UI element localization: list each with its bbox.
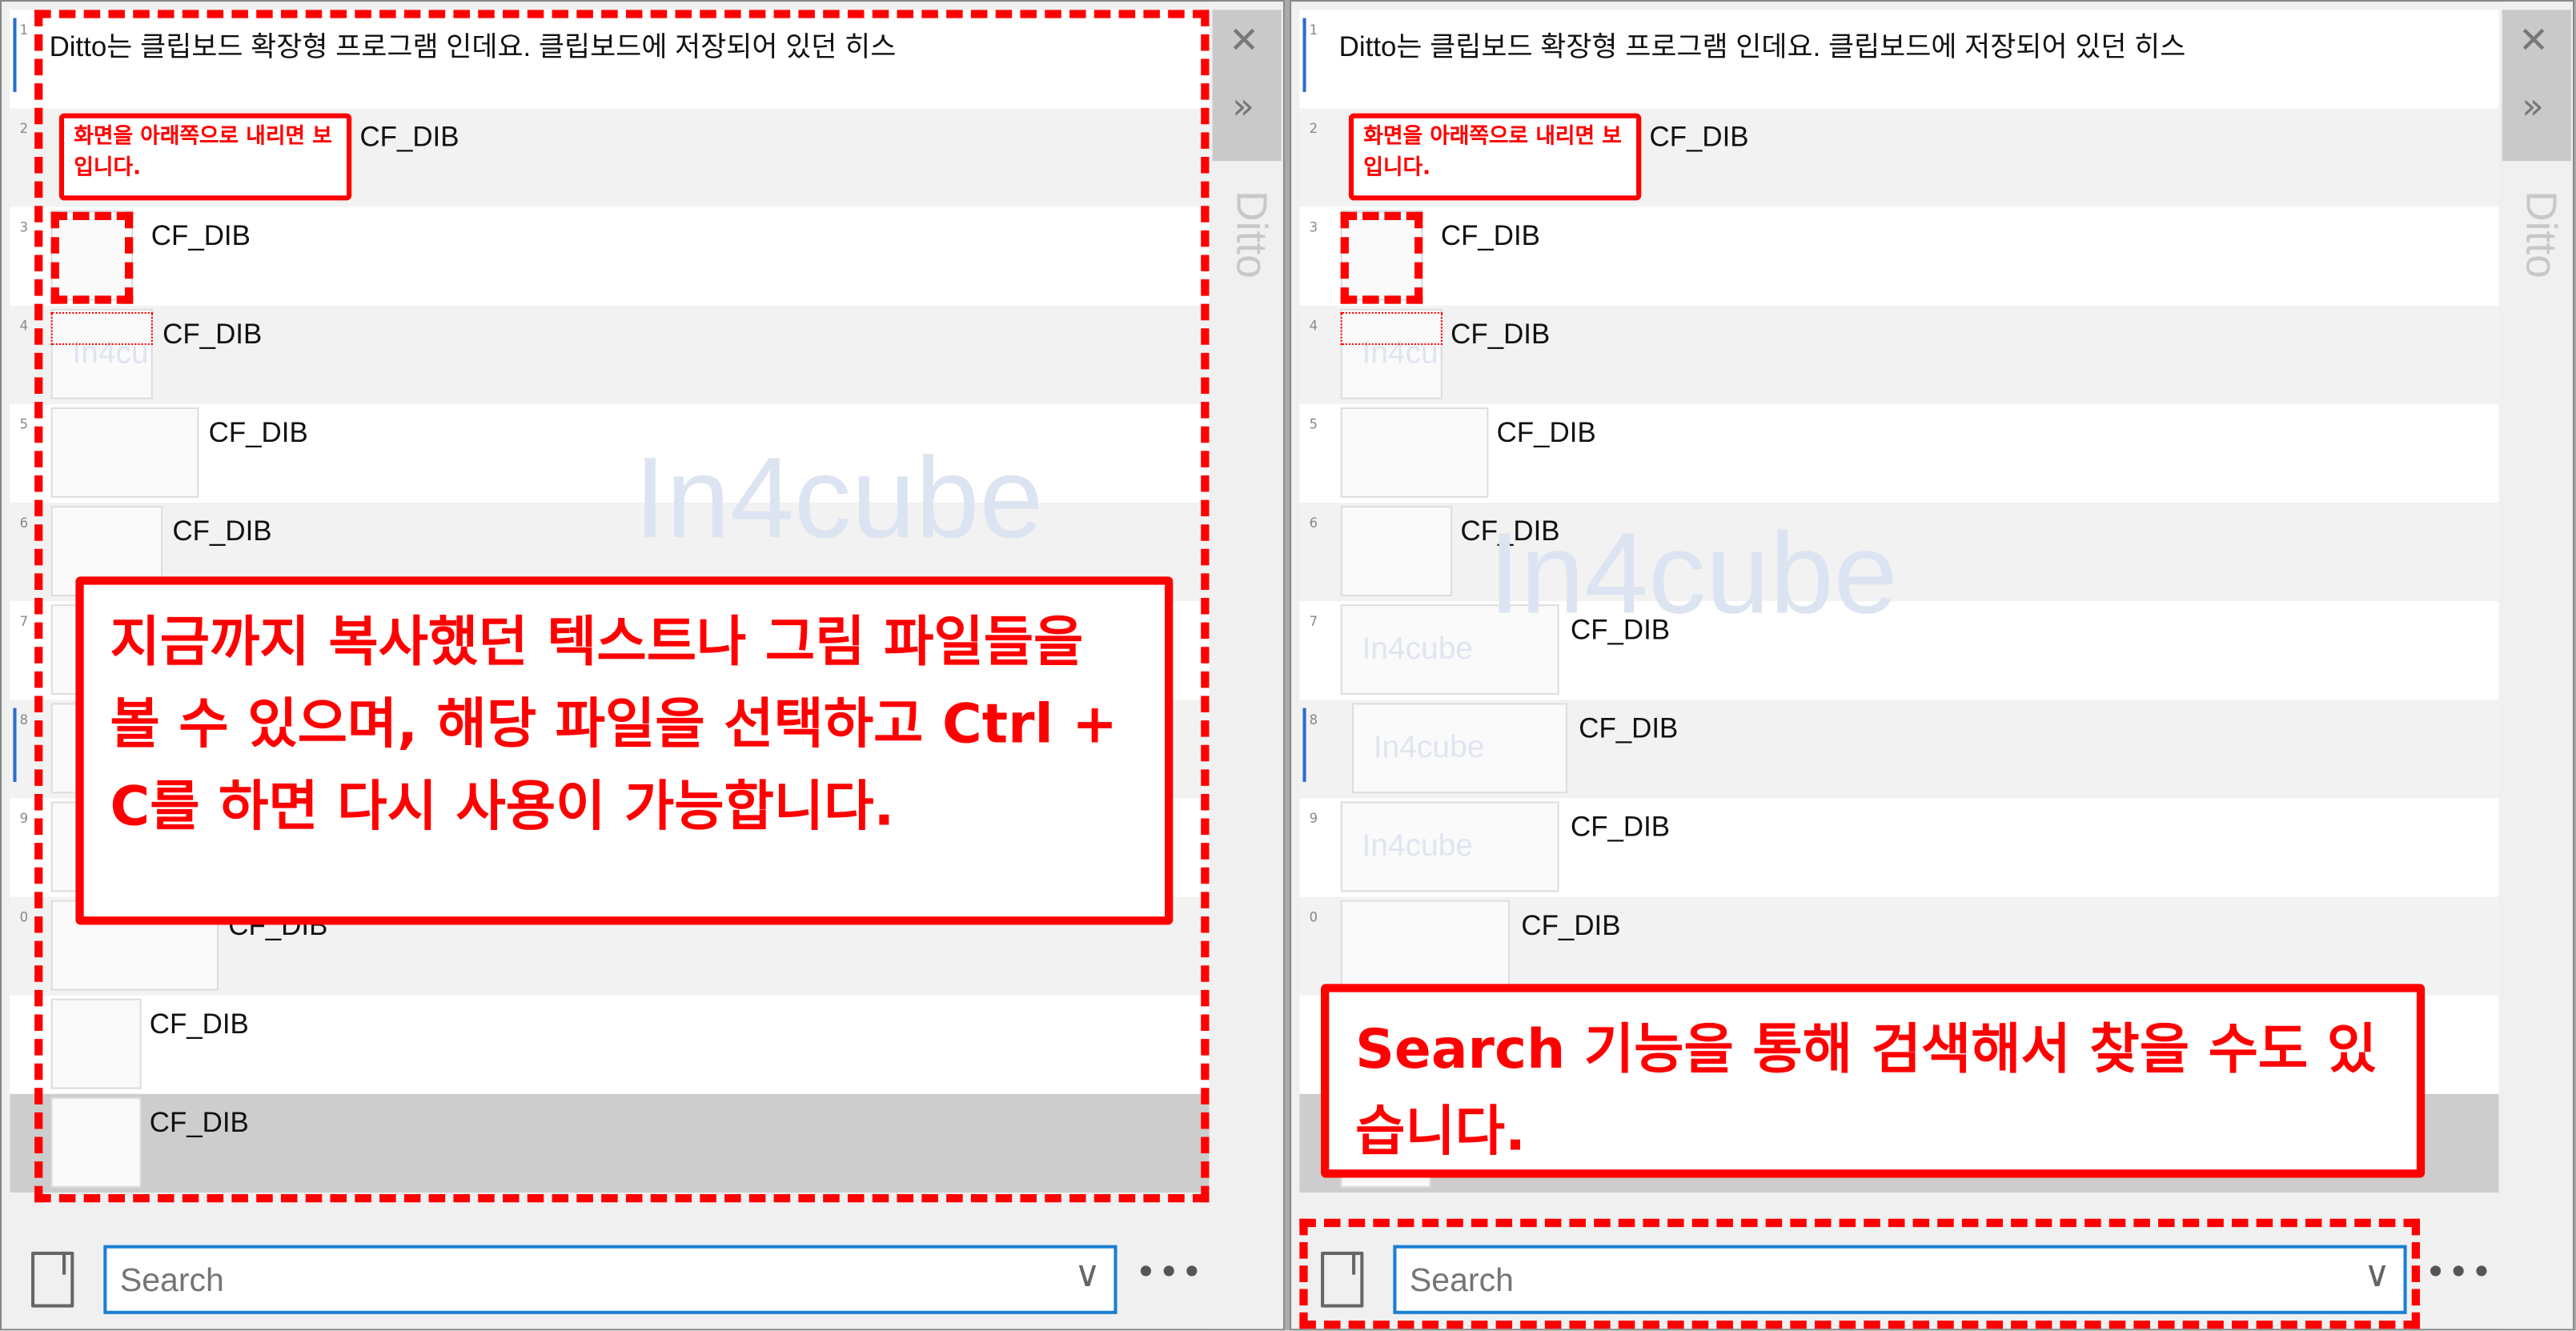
row-number: 8 xyxy=(1309,712,1318,728)
ditto-window-right: 1 Ditto는 클립보드 확장형 프로그램 인데요. 클립보드에 저장되어 있던… xyxy=(1290,0,2574,1331)
list-item[interactable]: 1 Ditto는 클립보드 확장형 프로그램 인데요. 클립보드에 저장되어 있던… xyxy=(1299,10,2498,108)
screenshot: 1 Ditto는 클립보드 확장형 프로그램 인데요. 클립보드에 저장되어 있던… xyxy=(0,0,2576,1331)
row-number: 5 xyxy=(1309,417,1318,432)
row-accent xyxy=(1302,18,1306,92)
thumbnail-image: In4cube xyxy=(1352,703,1567,794)
row-number: 7 xyxy=(19,614,29,630)
row-number: 4 xyxy=(1309,319,1318,334)
annotation-dashed-frame xyxy=(1299,1218,2421,1329)
vertical-title: Ditto xyxy=(2517,190,2566,279)
chevron-down-icon[interactable]: ∨ xyxy=(1074,1255,1101,1296)
row-number: 4 xyxy=(19,319,29,334)
search-box[interactable]: ∨ xyxy=(103,1245,1117,1314)
row-number: 8 xyxy=(19,712,29,728)
side-bar: ✕ » Ditto xyxy=(1209,2,1283,1329)
more-options-button[interactable]: ••• xyxy=(1135,1253,1204,1294)
row-text: CF_DIB xyxy=(1570,811,1671,843)
row-number: 5 xyxy=(19,417,29,432)
list-item[interactable]: 5 CF_DIB xyxy=(1299,404,2498,503)
list-item[interactable]: 0 CF_DIB xyxy=(1299,896,2499,996)
vertical-title: Ditto xyxy=(1227,190,1277,279)
list-item[interactable]: 9 In4cube CF_DIB xyxy=(1299,798,2498,896)
bottom-bar: ∨ ••• xyxy=(2,1209,1283,1329)
row-number: 2 xyxy=(19,121,29,137)
thumbnail-image xyxy=(1340,407,1489,498)
chevron-double-right-icon[interactable]: » xyxy=(2522,87,2544,128)
sticky-note-icon[interactable] xyxy=(30,1251,74,1308)
list-item[interactable]: 6 CF_DIB xyxy=(1299,503,2499,602)
row-text: Ditto는 클립보드 확장형 프로그램 인데요. 클립보드에 저장되어 있던 … xyxy=(1338,30,2186,62)
list-item[interactable]: 4In4cubeCF_DIB xyxy=(1299,305,2499,404)
ditto-window-left: 1 Ditto는 클립보드 확장형 프로그램 인데요. 클립보드에 저장되어 있던… xyxy=(0,0,1285,1331)
row-number: 1 xyxy=(19,22,29,38)
chevron-double-right-icon[interactable]: » xyxy=(1232,87,1254,128)
thumbnail-image: In4cube xyxy=(1340,801,1559,892)
annotation-dotted-box xyxy=(1340,311,1442,345)
watermark: In4cube xyxy=(1488,509,1898,638)
thumbnail-watermark: In4cube xyxy=(1362,829,1474,864)
row-number: 7 xyxy=(1309,614,1318,630)
row-number: 3 xyxy=(1309,220,1318,235)
thumbnail-watermark: In4cube xyxy=(1362,632,1474,668)
close-icon[interactable]: ✕ xyxy=(2518,22,2549,62)
annotation-dashed-box xyxy=(1340,211,1423,304)
row-number: 6 xyxy=(1309,515,1318,531)
row-accent xyxy=(1302,708,1306,782)
row-text: CF_DIB xyxy=(1579,712,1679,744)
annotation-callout: 지금까지 복사했던 텍스트나 그림 파일들을 볼 수 있으며, 해당 파일을 선… xyxy=(75,576,1174,925)
row-text: CF_DIB xyxy=(1440,220,1540,252)
row-text: CF_DIB xyxy=(1451,319,1551,351)
side-bar: ✕ » Ditto xyxy=(2498,2,2573,1329)
row-number: 9 xyxy=(19,811,29,827)
thumbnail-image xyxy=(1340,900,1511,991)
row-number: 3 xyxy=(19,220,29,235)
row-accent xyxy=(13,18,17,92)
row-number: 0 xyxy=(19,909,29,925)
row-accent xyxy=(13,708,17,782)
row-number: 0 xyxy=(1309,909,1318,925)
annotation-callout: Search 기능을 통해 검색해서 찾을 수도 있습니다. xyxy=(1321,984,2426,1178)
list-item[interactable]: 8 In4cube CF_DIB xyxy=(1299,700,2499,799)
scroll-hint-callout: 화면을 아래쪽으로 내리면 보입니다. xyxy=(1348,113,1642,201)
row-number: 9 xyxy=(1309,811,1318,827)
thumbnail-watermark: In4cube xyxy=(1373,731,1485,766)
search-input[interactable] xyxy=(116,1258,1044,1305)
row-text: CF_DIB xyxy=(1649,121,1749,153)
row-text: CF_DIB xyxy=(1521,909,1621,941)
thumbnail-image xyxy=(1340,506,1453,596)
row-number: 2 xyxy=(1309,121,1318,137)
more-options-button[interactable]: ••• xyxy=(2425,1253,2494,1294)
close-icon[interactable]: ✕ xyxy=(1229,22,1259,62)
row-number: 6 xyxy=(19,515,29,531)
list-item[interactable]: 3 CF_DIB xyxy=(1299,207,2498,306)
list-item[interactable]: 7 In4cube CF_DIB xyxy=(1299,601,2498,700)
row-number: 1 xyxy=(1309,22,1318,38)
row-text: CF_DIB xyxy=(1496,417,1596,449)
